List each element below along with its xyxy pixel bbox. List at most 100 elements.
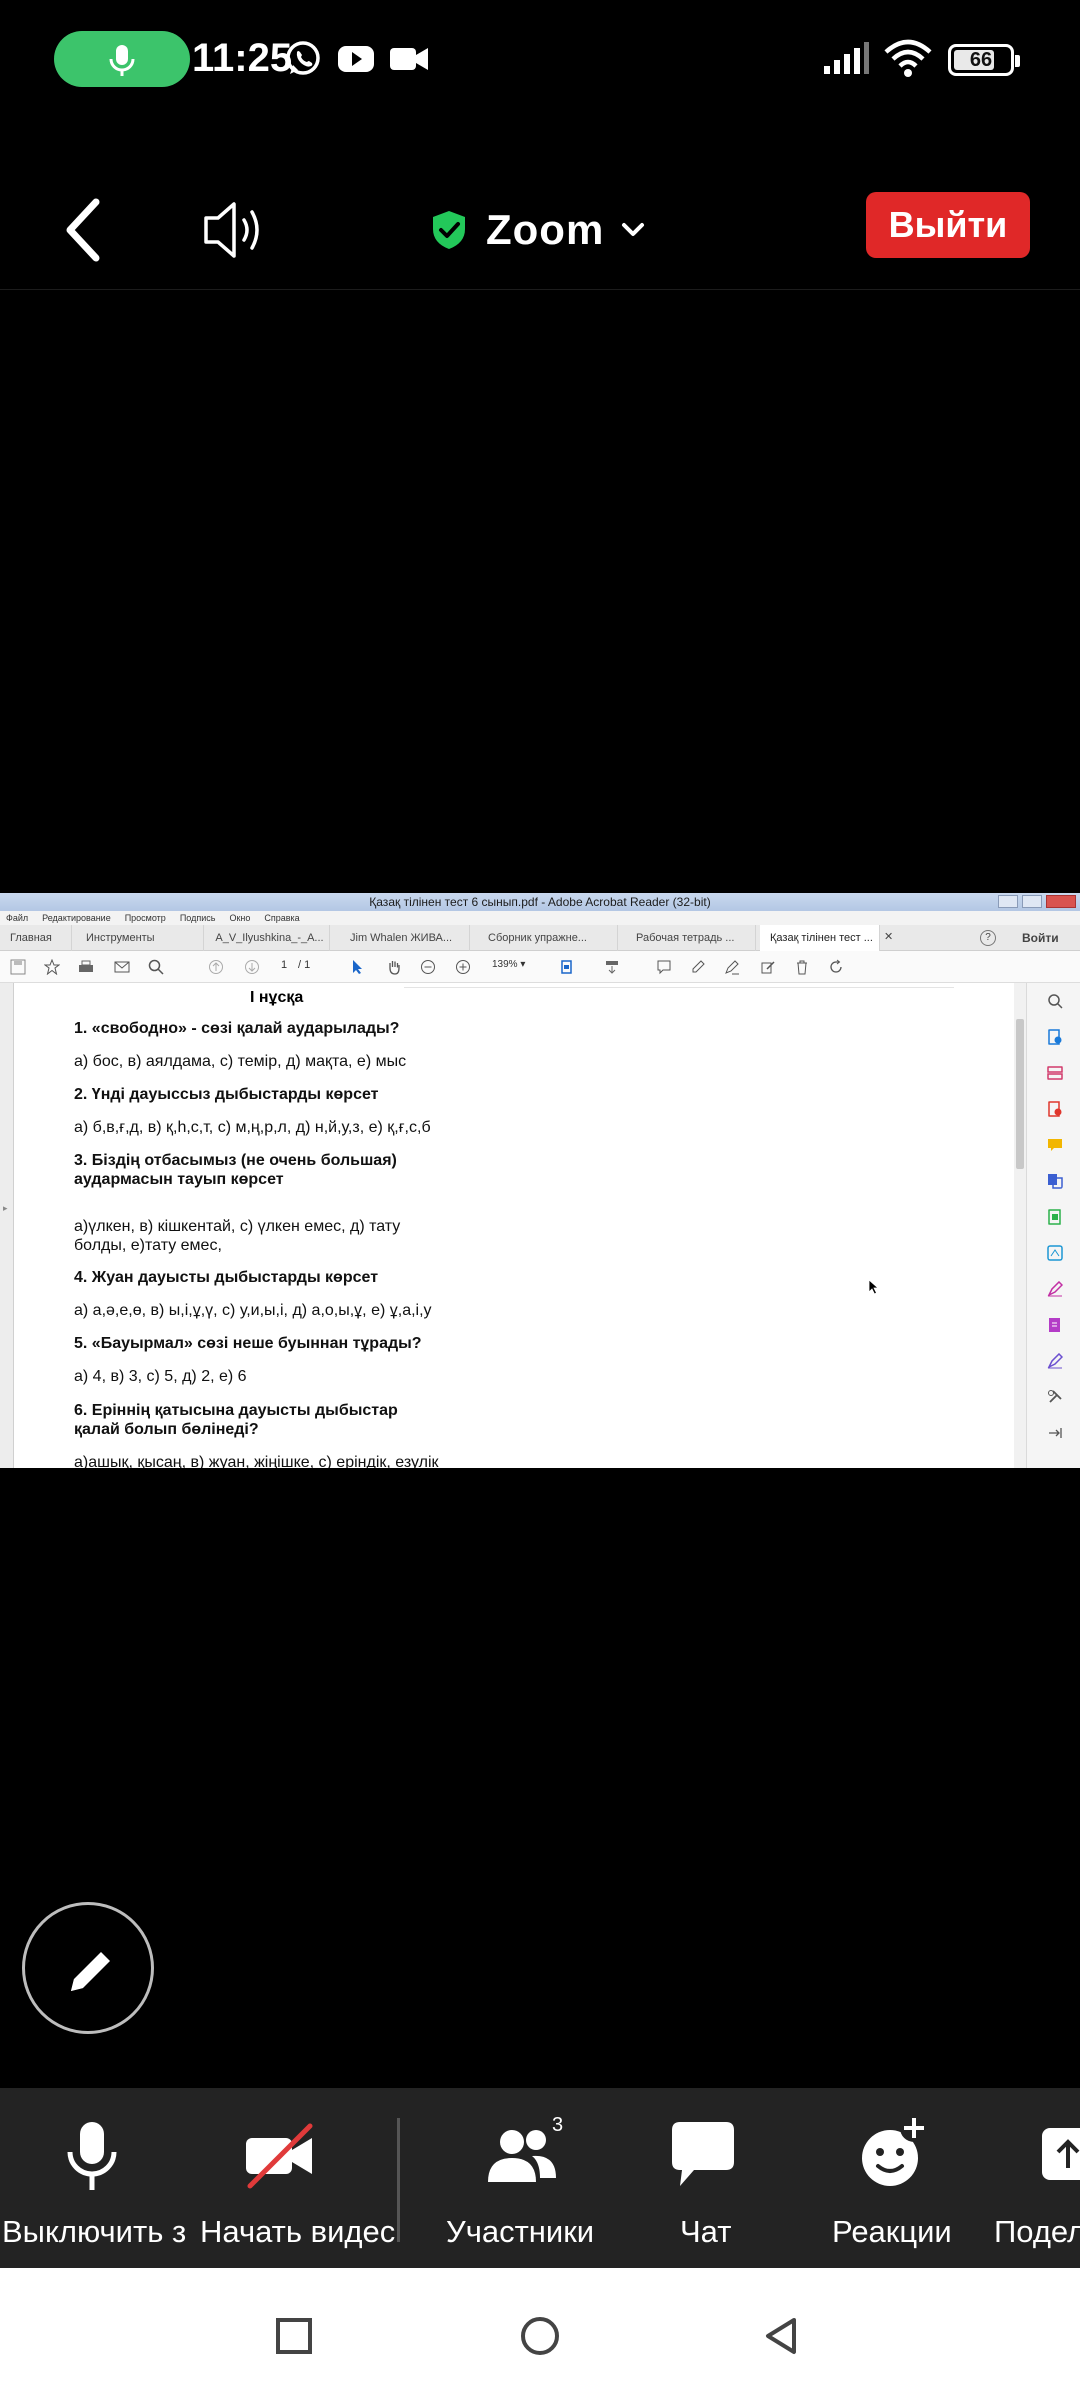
page-total: / 1 [298, 959, 311, 971]
annotate-button[interactable] [22, 1902, 154, 2034]
draw-icon[interactable] [724, 959, 740, 975]
zoom-out-icon[interactable] [420, 959, 436, 975]
window-maximize-button[interactable] [1022, 895, 1042, 908]
tab-home[interactable]: Главная [0, 925, 72, 951]
organize-pages-icon[interactable] [1047, 1065, 1063, 1081]
page-current-input[interactable]: 1 [270, 959, 298, 971]
comment-icon[interactable] [656, 959, 672, 975]
reactions-icon [862, 2114, 928, 2186]
signature-icon[interactable] [1047, 1281, 1063, 1297]
edit-text-icon[interactable] [760, 959, 776, 975]
acrobat-toolbar: 1/ 1 139% ▾ [0, 951, 1080, 983]
menu-view[interactable]: Просмотр [125, 913, 166, 923]
meeting-title: Zoom [486, 206, 605, 253]
zoom-tool-icon[interactable] [1047, 993, 1063, 1009]
question-line: 2. Үнді дауыссыз дыбыстарды көрсет [74, 1086, 379, 1103]
leave-meeting-button[interactable]: Выйти [866, 192, 1030, 258]
fill-sign-icon[interactable] [1047, 1245, 1063, 1261]
print-icon[interactable] [78, 959, 94, 975]
tab-tools[interactable]: Инструменты [76, 925, 204, 951]
video-label: Начать видес [200, 2214, 396, 2249]
clock: 11:25 [192, 36, 293, 80]
page-edge [404, 987, 954, 988]
send-review-icon[interactable] [1047, 1317, 1063, 1333]
menu-edit[interactable]: Редактирование [42, 913, 111, 923]
sign-in-link[interactable]: Войти [1022, 925, 1059, 951]
answer-line: а) б,в,ғ,д, в) қ,һ,с,т, с) м,ң,р,л, д) н… [74, 1119, 431, 1136]
select-cursor-icon[interactable] [350, 959, 366, 975]
save-icon[interactable] [10, 959, 26, 975]
shared-screen: Қазақ тілінен тест 6 сынып.pdf - Adobe A… [0, 893, 1080, 1468]
close-tab-icon[interactable]: ✕ [884, 930, 893, 943]
video-camera-icon [390, 48, 428, 70]
combine-files-icon[interactable] [1047, 1173, 1063, 1189]
tab-document[interactable]: Jim Whalen ЖИВА... [340, 925, 470, 951]
question-line: қалай болып бөлінеді? [74, 1421, 259, 1438]
question-line: 4. Жуан дауысты дыбыстарды көрсет [74, 1269, 379, 1286]
zoom-level-select[interactable]: 139% ▾ [492, 959, 525, 970]
window-title: Қазақ тілінен тест 6 сынып.pdf - Adobe A… [0, 893, 1080, 911]
meeting-top-bar: Zoom Выйти [0, 170, 1080, 290]
chevron-down-icon [622, 223, 645, 236]
rotate-icon[interactable] [828, 959, 844, 975]
search-icon[interactable] [148, 959, 164, 975]
active-mic-indicator[interactable] [54, 31, 190, 87]
meeting-title-dropdown[interactable]: Zoom [430, 200, 650, 260]
chevron-left-icon[interactable] [60, 194, 110, 266]
menu-help[interactable]: Справка [264, 913, 299, 923]
participants-icon [488, 2130, 556, 2182]
tab-bar: Главная Инструменты A_V_Ilyushkina_-_A..… [0, 925, 1080, 951]
fit-page-icon[interactable] [560, 959, 576, 975]
mail-icon[interactable] [114, 959, 130, 975]
hand-tool-icon[interactable] [386, 959, 402, 975]
window-close-button[interactable] [1046, 895, 1076, 908]
delete-icon[interactable] [794, 959, 810, 975]
left-panel-toggle[interactable]: ▸ [0, 983, 14, 1468]
recent-apps-icon[interactable] [274, 2316, 314, 2356]
comment-tool-icon[interactable] [1047, 1137, 1063, 1153]
tab-document[interactable]: Рабочая тетрадь ... [626, 925, 756, 951]
tab-document[interactable]: Сборник упражне... [478, 925, 618, 951]
chat-label: Чат [680, 2214, 732, 2249]
page-up-icon[interactable] [208, 959, 224, 975]
edit-pdf-icon[interactable] [1047, 1209, 1063, 1225]
certificate-icon[interactable] [1047, 1353, 1063, 1369]
page-indicator[interactable]: 1/ 1 [270, 959, 310, 971]
tab-document-active[interactable]: Қазақ тілінен тест ... [760, 925, 880, 951]
question-line: 3. Біздің отбасымыз (не очень большая) [74, 1152, 397, 1169]
help-icon[interactable]: ? [980, 930, 996, 946]
page-down-icon[interactable] [244, 959, 260, 975]
document-variant-heading: І нұсқа [250, 989, 304, 1006]
collapse-panel-icon[interactable] [1047, 1425, 1063, 1441]
answer-line: а)үлкен, в) кішкентай, с) үлкен емес, д)… [74, 1218, 401, 1235]
video-off-icon [246, 2123, 313, 2189]
zoom-in-icon[interactable] [455, 959, 471, 975]
back-icon[interactable] [760, 2314, 804, 2358]
battery-level: 66 [969, 49, 993, 71]
home-icon[interactable] [518, 2314, 562, 2358]
star-icon[interactable] [44, 959, 60, 975]
menu-file[interactable]: Файл [6, 913, 28, 923]
export-pdf-icon[interactable] [1047, 1029, 1063, 1045]
status-bar: 11:25 66 [0, 0, 1080, 120]
create-pdf-icon[interactable] [1047, 1101, 1063, 1117]
menu-window[interactable]: Окно [229, 913, 250, 923]
scroll-mode-icon[interactable] [604, 959, 620, 975]
highlight-icon[interactable] [690, 959, 706, 975]
pencil-icon [71, 1952, 110, 1991]
more-tools-icon[interactable] [1047, 1389, 1063, 1405]
shield-check-icon [433, 211, 465, 249]
question-line: 6. Еріннің қатысына дауысты дыбыстар [74, 1402, 398, 1419]
participants-label: Участники [446, 2214, 595, 2249]
menu-sign[interactable]: Подпись [180, 913, 216, 923]
answer-line: а)ашық, қысаң, в) жуан, жіңішке, с) ерін… [74, 1454, 439, 1468]
scrollbar-thumb[interactable] [1016, 1019, 1024, 1169]
chat-icon [672, 2122, 734, 2186]
tab-document[interactable]: A_V_Ilyushkina_-_A... [200, 925, 330, 951]
window-minimize-button[interactable] [998, 895, 1018, 908]
vertical-scrollbar[interactable] [1014, 983, 1026, 1468]
battery-nub [1015, 55, 1020, 67]
speaker-icon[interactable] [200, 194, 270, 266]
mouse-cursor-icon [868, 1279, 880, 1295]
mic-icon [67, 2122, 117, 2190]
